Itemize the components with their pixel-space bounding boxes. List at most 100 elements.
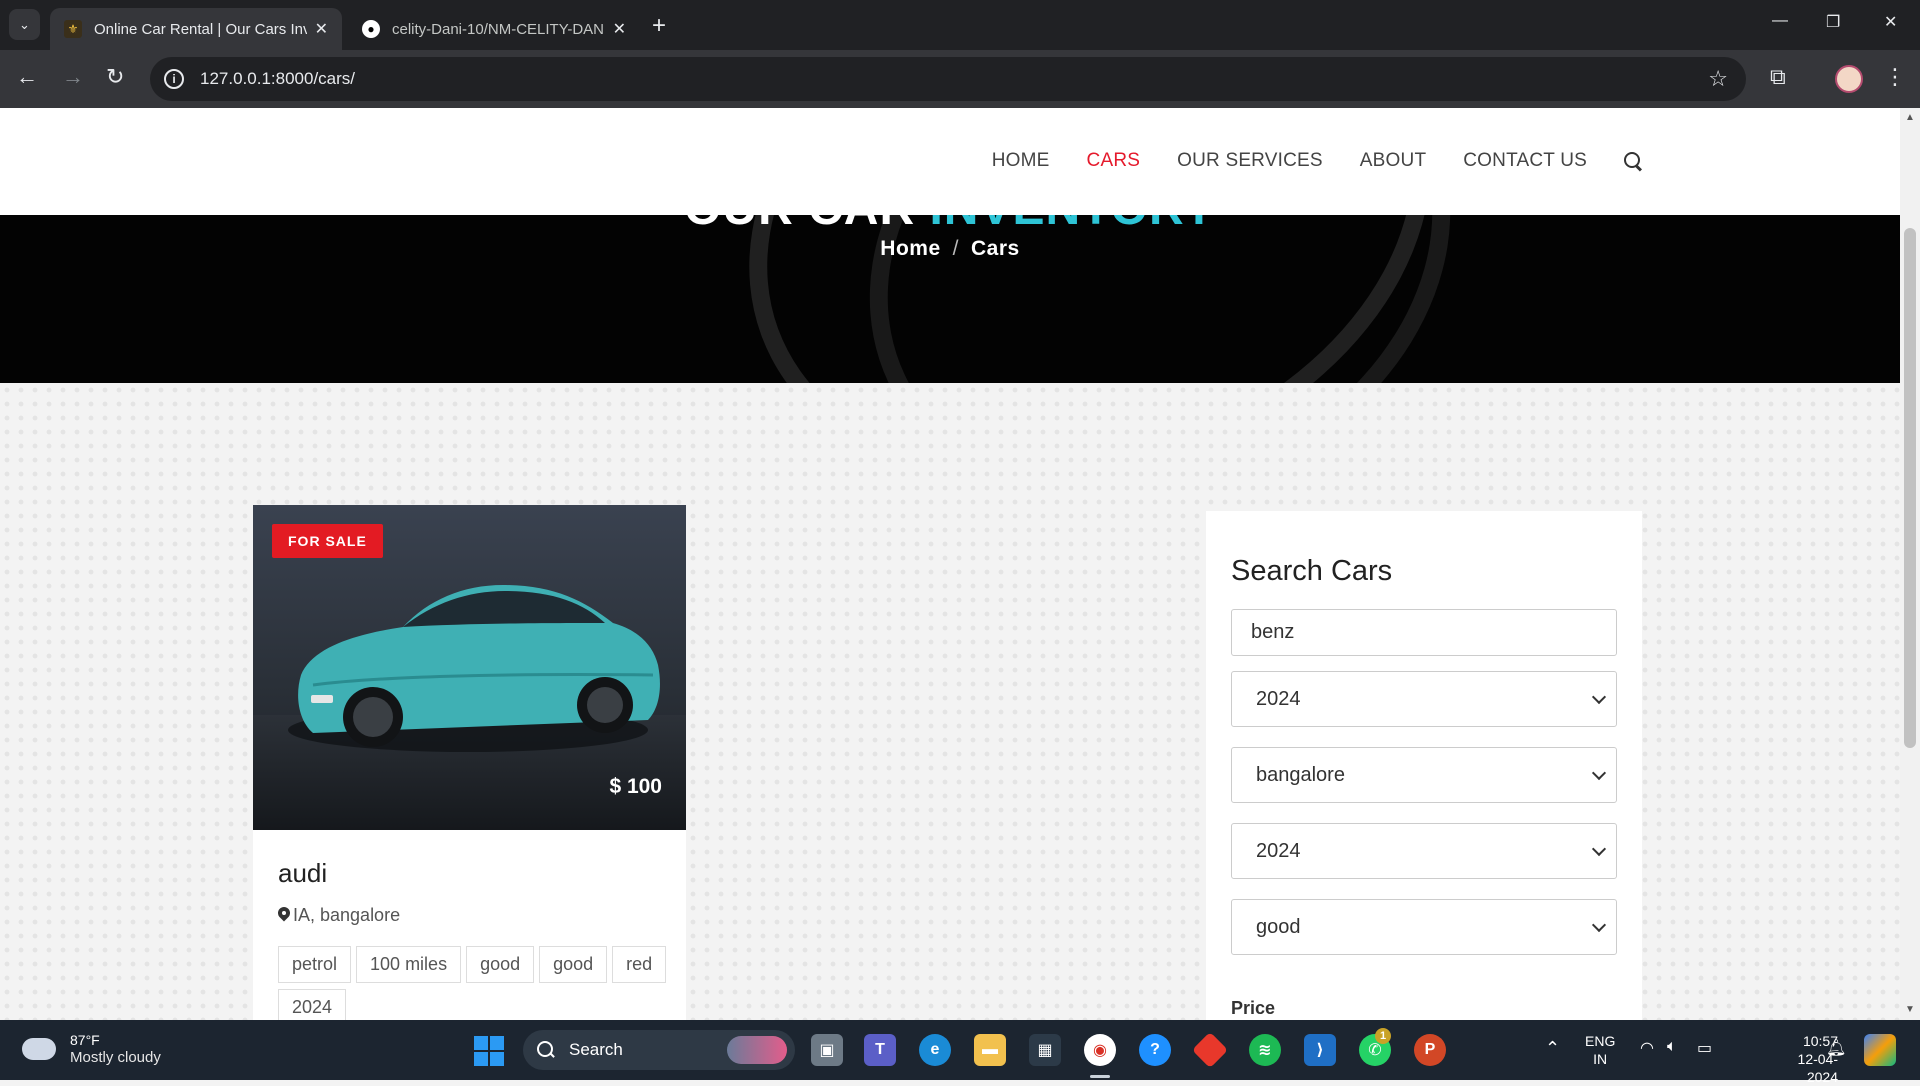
wifi-icon[interactable]: ◠ [1640,1038,1654,1058]
whatsapp-badge: 1 [1375,1028,1391,1044]
nav-cars[interactable]: CARS [1087,150,1141,172]
page-title: OUR CAR INVENTORY [0,215,1900,236]
keyword-input[interactable]: benz [1231,609,1617,656]
teams-icon[interactable]: T [864,1034,896,1066]
breadcrumb-home[interactable]: Home [880,237,940,260]
chrome-icon[interactable]: ◉ [1084,1034,1116,1066]
scroll-down-icon[interactable]: ▼ [1905,1004,1915,1015]
menu-kebab-icon[interactable]: ⋮ [1884,64,1906,90]
browser-tabbar: ⌄ ⚜ Online Car Rental | Our Cars Inv ✕ ●… [0,0,1920,50]
help-icon[interactable]: ? [1139,1034,1171,1066]
battery-icon[interactable]: ▭ [1697,1038,1712,1058]
bookmark-star-icon[interactable]: ☆ [1708,66,1728,92]
chevron-down-icon [1591,841,1607,857]
scrollbar-thumb[interactable] [1904,228,1916,748]
search-icon[interactable] [1624,152,1642,170]
git-icon[interactable] [1191,1031,1229,1069]
language-indicator[interactable]: ENG IN [1585,1032,1615,1068]
notification-bell-icon[interactable]: 🔔︎ [1826,1038,1846,1058]
browser-tab-active[interactable]: ⚜ Online Car Rental | Our Cars Inv ✕ [50,8,342,50]
year-select[interactable]: 2024 [1231,671,1617,727]
spotify-icon[interactable]: ≋ [1249,1034,1281,1066]
car-image[interactable]: FOR SALE $ 100 [253,505,686,830]
vscode-icon[interactable]: ⟩ [1304,1034,1336,1066]
page-viewport: HOME CARS OUR SERVICES ABOUT CONTACT US … [0,108,1900,1020]
powerpoint-icon[interactable]: P [1414,1034,1446,1066]
tab-title: Online Car Rental | Our Cars Inv [94,20,307,38]
page-scrollbar[interactable]: ▲ ▼ [1900,108,1920,1020]
forward-arrow-icon[interactable]: → [62,64,84,90]
edge-icon[interactable]: e [919,1034,951,1066]
scroll-up-icon[interactable]: ▲ [1905,112,1915,123]
nav-home[interactable]: HOME [992,150,1050,172]
task-view-icon[interactable]: ▣ [811,1034,843,1066]
tag-miles: 100 miles [356,946,462,983]
car-tags: petrol 100 miles good good red 2024 [278,946,678,1020]
car-location: IA, bangalore [278,905,400,926]
search-title: Search Cars [1231,555,1393,587]
for-sale-badge: FOR SALE [272,524,383,558]
cloudy-weather-icon [18,1030,56,1060]
taskbar-search[interactable]: Search [523,1030,795,1070]
tag-color: red [612,946,667,983]
nav-about[interactable]: ABOUT [1360,150,1426,172]
browser-toolbar: ← → ↻ i 127.0.0.1:8000/cars/ ☆ ⧉ ⋮ [0,50,1920,108]
taskbar-search-label: Search [569,1040,623,1059]
browser-tab-github[interactable]: ● celity-Dani-10/NM-CELITY-DAN ✕ [348,8,640,50]
file-explorer-icon[interactable]: ▬ [974,1034,1006,1066]
year-select-2[interactable]: 2024 [1231,823,1617,879]
close-tab-icon[interactable]: ✕ [613,19,626,39]
site-header: HOME CARS OUR SERVICES ABOUT CONTACT US [0,108,1900,215]
restore-icon[interactable]: ❐ [1826,12,1840,32]
region-code: IN [1593,1051,1608,1067]
year-select-2-value: 2024 [1256,839,1301,862]
condition-select-value: good [1256,915,1301,938]
nav-contact-us[interactable]: CONTACT US [1463,150,1587,172]
tag-condition: good [466,946,535,983]
page-hero: OUR CAR INVENTORY Home / Cars [0,215,1900,383]
price-label: Price [1231,998,1276,1018]
search-sidebar: Search Cars benz 2024 bangalore 2024 goo… [1206,511,1642,1020]
close-window-icon[interactable]: ✕ [1884,12,1897,32]
profile-avatar[interactable] [1835,65,1863,93]
search-icon [537,1041,555,1059]
extensions-icon[interactable]: ⧉ [1770,64,1786,90]
address-bar[interactable]: i 127.0.0.1:8000/cars/ ☆ [150,57,1746,101]
copilot-icon[interactable] [1864,1034,1896,1066]
volume-icon[interactable]: 🔈︎ [1667,1038,1677,1056]
map-pin-icon [278,907,290,925]
page-title-accent: INVENTORY [929,215,1215,235]
minimize-icon[interactable]: — [1772,12,1788,30]
page-title-plain: OUR CAR [684,215,929,235]
city-select[interactable]: bangalore [1231,747,1617,803]
url-text: 127.0.0.1:8000/cars/ [200,69,356,88]
github-icon: ● [362,20,380,38]
weather-widget[interactable]: 87°F Mostly cloudy [18,1030,161,1067]
city-select-value: bangalore [1256,763,1345,786]
windows-start-icon[interactable] [474,1036,504,1066]
new-tab-icon[interactable]: + [652,12,666,40]
language-code: ENG [1585,1033,1616,1049]
tag-condition-2: good [539,946,608,983]
close-tab-icon[interactable]: ✕ [315,19,328,39]
nav-our-services[interactable]: OUR SERVICES [1177,150,1323,172]
breadcrumb: Home / Cars [0,237,1900,261]
tag-year: 2024 [278,989,347,1020]
car-location-text: IA, bangalore [293,905,401,925]
site-info-icon[interactable]: i [164,69,184,89]
condition-select[interactable]: good [1231,899,1617,955]
active-app-indicator [1090,1075,1110,1078]
back-arrow-icon[interactable]: ← [16,64,38,90]
microsoft-store-icon[interactable]: ▦ [1029,1034,1061,1066]
search-highlight-icon [727,1036,787,1064]
reload-icon[interactable]: ↻ [106,64,124,90]
breadcrumb-current: Cars [971,237,1020,260]
car-name[interactable]: audi [278,858,327,889]
tab-list-chevron-icon[interactable]: ⌄ [9,9,40,40]
weather-temp: 87°F [70,1032,100,1048]
car-card[interactable]: FOR SALE $ 100 audi IA, bangalore petrol… [253,505,686,1020]
weather-desc: Mostly cloudy [70,1049,161,1066]
chevron-down-icon [1591,689,1607,705]
show-hidden-icons-chevron-icon[interactable]: ⌃ [1545,1038,1560,1059]
os-taskbar: 87°F Mostly cloudy Search ▣ T e ▬ ▦ ◉ ? … [0,1020,1920,1085]
